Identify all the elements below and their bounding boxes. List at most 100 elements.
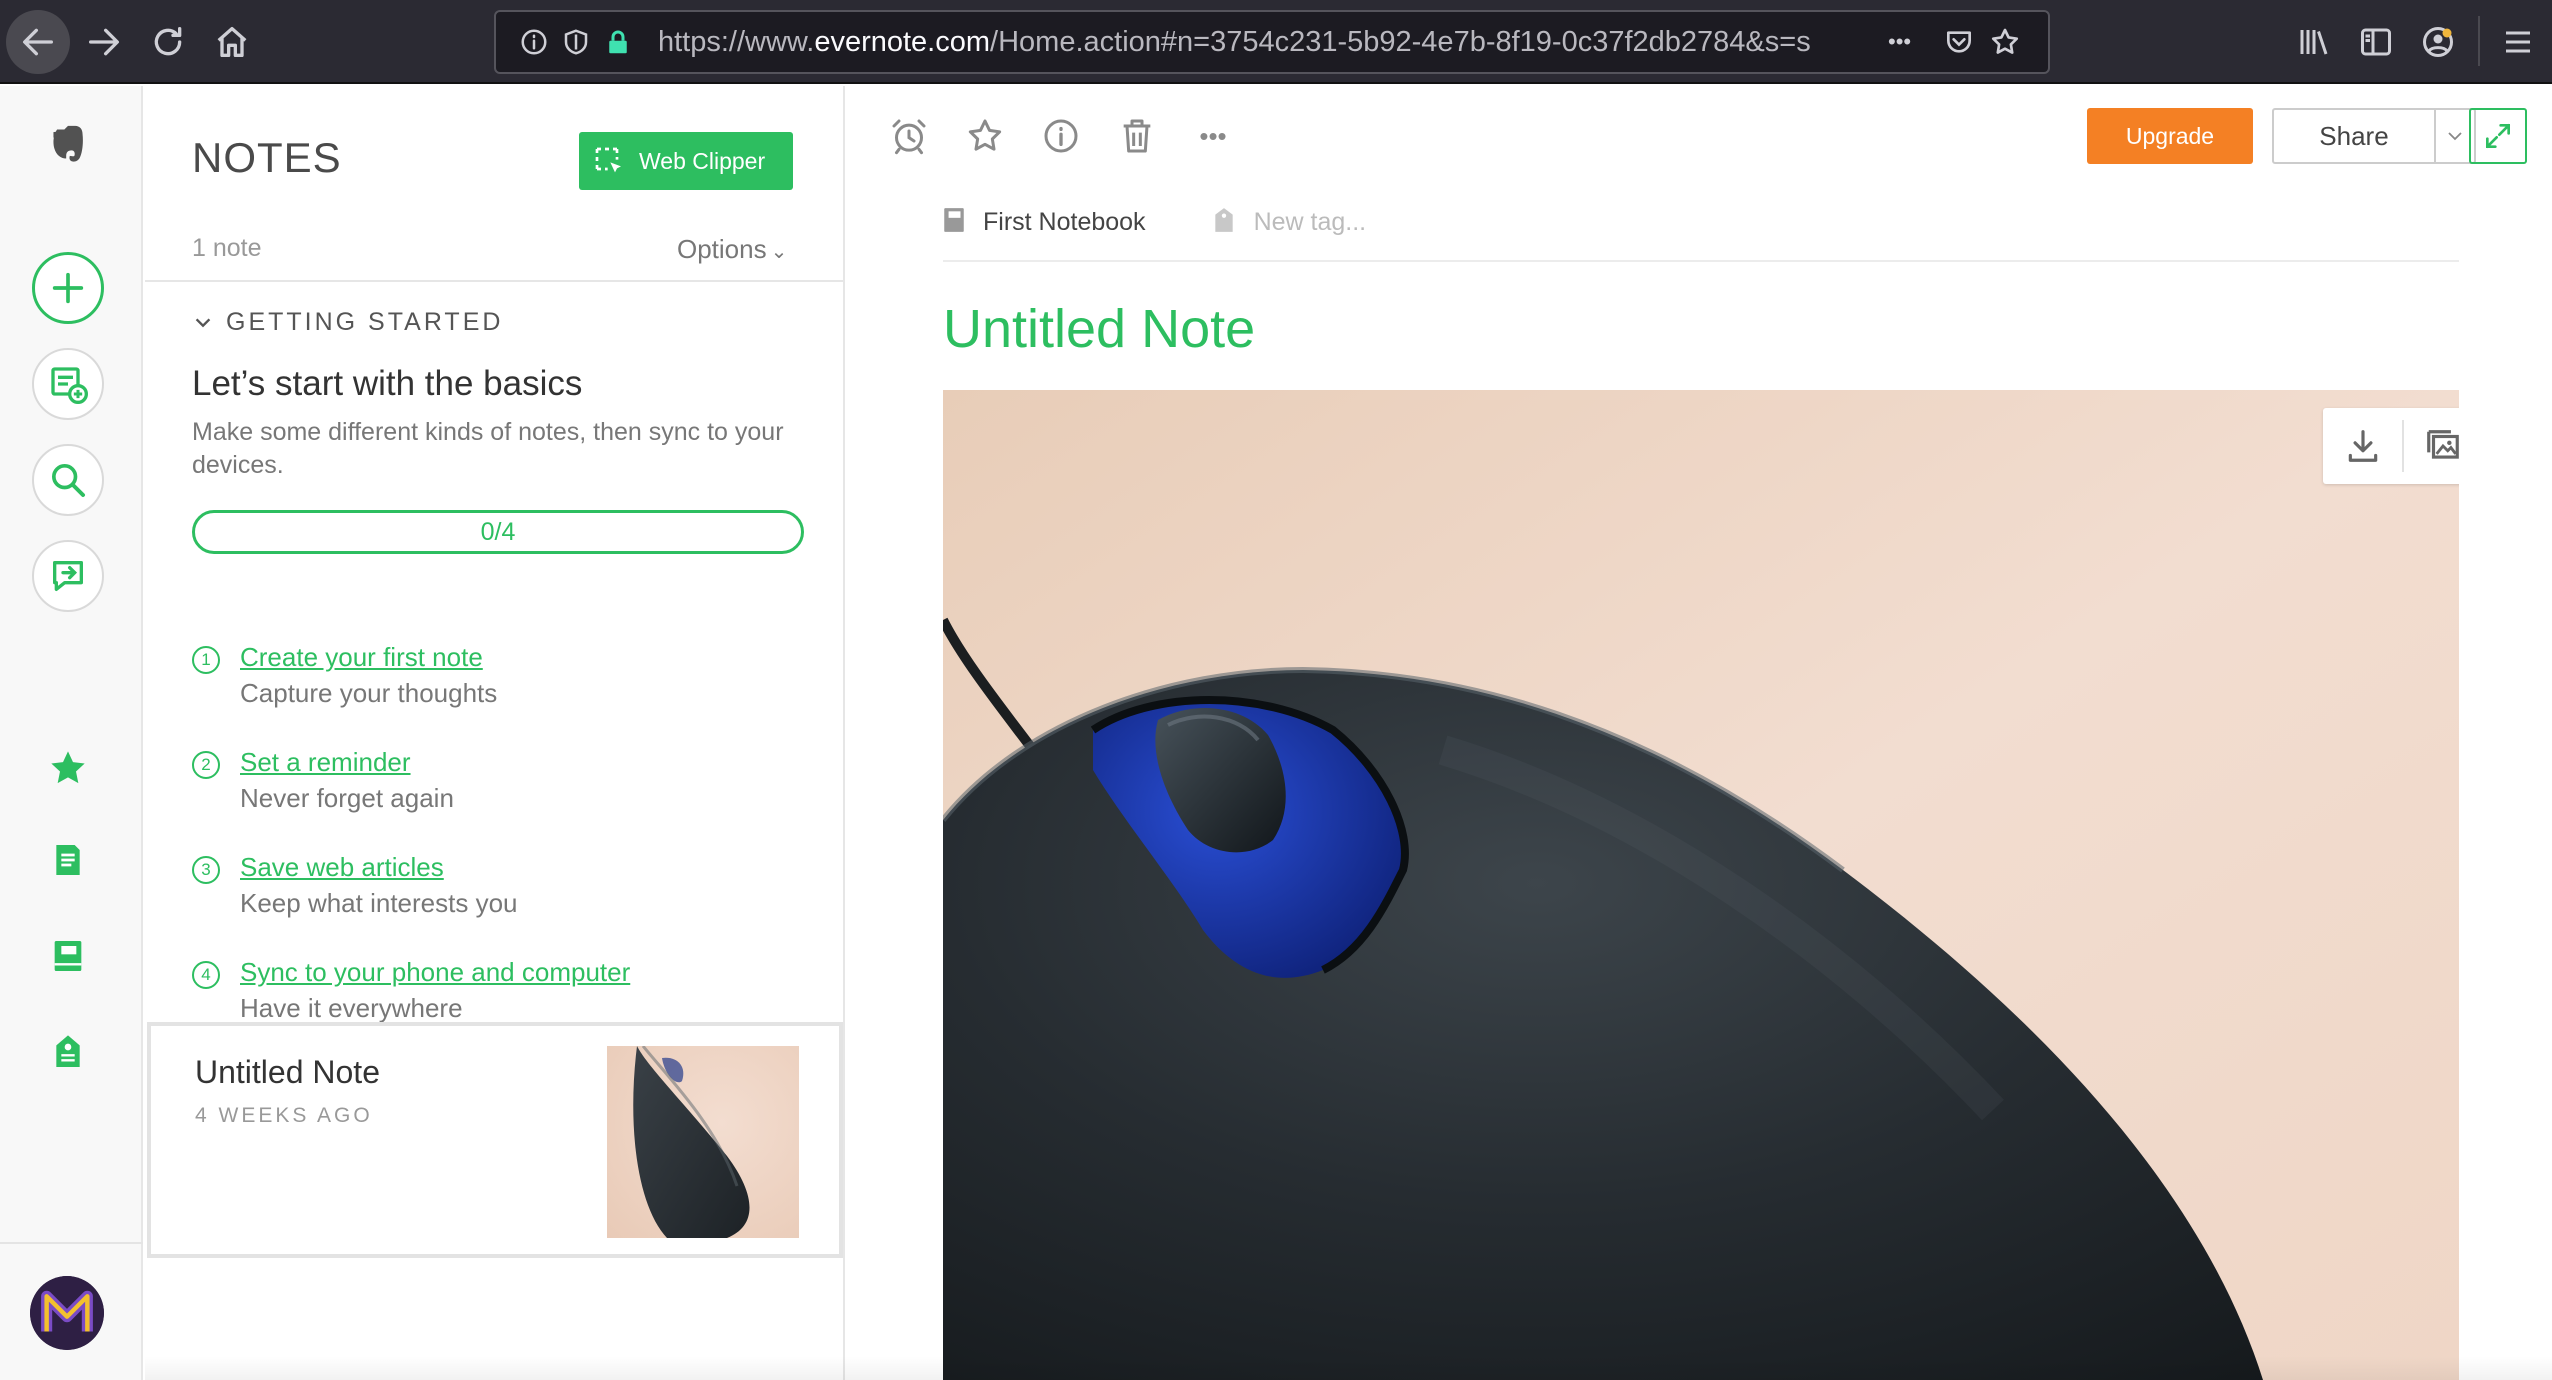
bookmark-star-icon[interactable] <box>1985 22 2025 62</box>
step-link-sync[interactable]: Sync to your phone and computer <box>240 957 630 988</box>
back-button[interactable] <box>6 10 70 74</box>
note-card-date: 4 WEEKS AGO <box>195 1104 373 1127</box>
note-list-item[interactable]: Untitled Note 4 WEEKS AGO <box>147 1022 843 1258</box>
shortcut-button[interactable] <box>961 112 1009 160</box>
download-icon <box>2348 430 2377 462</box>
search-button[interactable] <box>32 444 104 516</box>
step-subtitle: Have it everywhere <box>240 993 463 1023</box>
site-info-icon[interactable] <box>514 22 554 62</box>
gallery-icon <box>2427 430 2459 459</box>
tracking-shield-icon[interactable] <box>556 22 596 62</box>
note-meta-bar: First Notebook New tag... <box>943 200 1366 244</box>
getting-started-title: Let’s start with the basics <box>192 364 583 403</box>
chevron-down-icon <box>195 317 211 327</box>
list-divider <box>145 280 843 282</box>
bottom-shade <box>145 1356 2552 1380</box>
web-clipper-icon <box>595 147 621 173</box>
step-number: 2 <box>192 751 220 779</box>
new-chat-button[interactable] <box>32 348 104 420</box>
evernote-app: NOTES Web Clipper 1 note Options ⌄ GETTIN… <box>0 86 2552 1380</box>
note-count: 1 note <box>192 234 262 262</box>
reminder-button[interactable] <box>885 112 933 160</box>
notes-panel-title: NOTES <box>192 134 342 181</box>
sidebar-toggle-button[interactable] <box>2352 18 2400 66</box>
toolbar-separator <box>2478 16 2480 66</box>
shortcut-star-icon <box>968 119 1002 151</box>
trash-icon <box>1123 119 1151 153</box>
browser-toolbar: https://www.evernote.com/Home.action#n=3… <box>0 0 2552 84</box>
notes-icon <box>56 845 80 875</box>
upgrade-button[interactable]: Upgrade <box>2087 108 2253 164</box>
work-chat-icon <box>53 561 84 591</box>
left-rail <box>0 86 143 1380</box>
step-link-set-reminder[interactable]: Set a reminder <box>240 747 411 778</box>
pocket-icon[interactable] <box>1939 22 1979 62</box>
rail-divider <box>0 1242 143 1244</box>
getting-started-description: Make some different kinds of notes, then… <box>192 418 784 479</box>
arrow-left-icon <box>23 28 53 56</box>
progress-bar: 0/4 <box>192 510 804 554</box>
notebooks-button[interactable] <box>46 934 90 978</box>
app-menu-button[interactable] <box>2494 18 2542 66</box>
home-icon <box>217 27 247 57</box>
step-number: 3 <box>192 856 220 884</box>
download-image-button[interactable] <box>2323 408 2402 484</box>
notebook-icon <box>943 207 965 238</box>
step-subtitle: Never forget again <box>240 783 454 813</box>
forward-button[interactable] <box>72 10 136 74</box>
share-button[interactable]: Share <box>2272 108 2436 164</box>
home-button[interactable] <box>200 10 264 74</box>
note-info-icon <box>1044 119 1078 153</box>
note-image-attachment[interactable] <box>943 390 2459 1380</box>
step-number: 1 <box>192 646 220 674</box>
reminder-alarm-icon <box>892 119 926 155</box>
more-actions-icon[interactable]: ••• <box>1189 112 1237 160</box>
plus-icon <box>52 272 84 304</box>
options-label: Options <box>677 234 767 264</box>
reload-button[interactable] <box>136 10 200 74</box>
user-avatar[interactable] <box>30 1276 104 1350</box>
lock-icon <box>598 22 638 62</box>
url-bar[interactable]: https://www.evernote.com/Home.action#n=3… <box>494 10 2050 74</box>
tag-icon <box>1212 207 1236 238</box>
library-icon <box>2300 30 2328 55</box>
expand-icon <box>2486 124 2510 148</box>
step-link-save-web-articles[interactable]: Save web articles <box>240 852 444 883</box>
account-icon <box>2423 27 2453 57</box>
options-dropdown[interactable]: Options ⌄ <box>677 234 787 265</box>
expand-button[interactable] <box>2469 108 2527 164</box>
new-note-button[interactable] <box>32 252 104 324</box>
search-icon <box>52 464 85 497</box>
arrow-right-icon <box>89 28 120 56</box>
account-button[interactable] <box>2414 18 2462 66</box>
new-chat-icon <box>51 367 88 404</box>
url-text[interactable]: https://www.evernote.com/Home.action#n=3… <box>658 26 1838 59</box>
meta-divider <box>943 260 2459 262</box>
hamburger-icon <box>2506 31 2530 53</box>
progress-text: 0/4 <box>480 517 516 546</box>
step-number: 4 <box>192 961 220 989</box>
view-image-button[interactable] <box>2404 408 2459 484</box>
web-clipper-button[interactable]: Web Clipper <box>579 132 793 190</box>
note-title-input[interactable]: Untitled Note <box>943 298 1255 360</box>
notes-button[interactable] <box>46 838 90 882</box>
library-button[interactable] <box>2290 18 2338 66</box>
getting-started-toggle[interactable]: GETTING STARTED <box>192 308 503 337</box>
evernote-logo-icon[interactable] <box>36 112 100 176</box>
tags-button[interactable] <box>46 1030 90 1074</box>
delete-note-button[interactable] <box>1113 112 1161 160</box>
note-card-title: Untitled Note <box>195 1054 380 1090</box>
new-tag-input[interactable]: New tag... <box>1254 208 1367 237</box>
work-chat-button[interactable] <box>32 540 104 612</box>
note-thumbnail <box>607 1046 799 1238</box>
page-actions-menu[interactable]: ••• <box>1888 29 1911 55</box>
step-link-create-note[interactable]: Create your first note <box>240 642 483 673</box>
sidebar-icon <box>2361 28 2391 56</box>
note-info-button[interactable] <box>1037 112 1085 160</box>
shortcuts-button[interactable] <box>46 746 90 790</box>
reload-icon <box>154 27 182 56</box>
note-editor: ••• Upgrade Share First Notebook New tag… <box>847 86 2552 1380</box>
step-subtitle: Keep what interests you <box>240 888 518 918</box>
image-toolbar <box>2323 408 2459 484</box>
notebook-selector[interactable]: First Notebook <box>983 208 1146 237</box>
